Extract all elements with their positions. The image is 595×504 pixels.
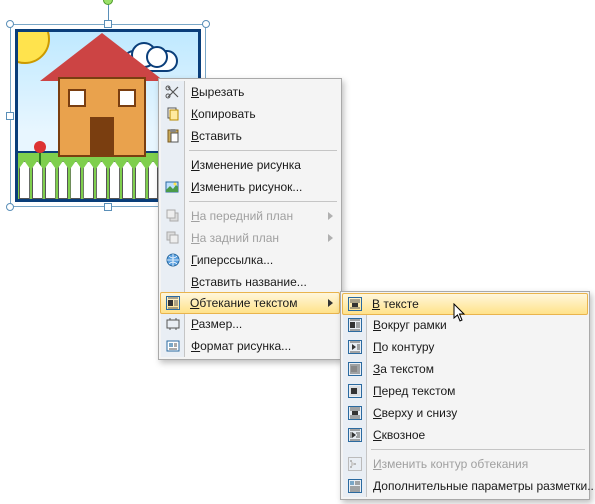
layout-options-icon bbox=[347, 478, 363, 494]
menu-label: Сквозное bbox=[373, 428, 425, 442]
menu-label: Вставить название... bbox=[191, 275, 307, 289]
resize-handle-tl[interactable] bbox=[6, 20, 14, 28]
flower-shape bbox=[34, 141, 46, 153]
menu-separator bbox=[371, 449, 585, 450]
wrap-through-icon bbox=[347, 427, 363, 443]
scissors-icon bbox=[165, 84, 181, 100]
wrap-text-icon bbox=[165, 295, 181, 311]
wrap-topbottom-icon bbox=[347, 405, 363, 421]
menu-separator bbox=[189, 150, 337, 151]
menu-item-paste[interactable]: Вставить bbox=[161, 125, 339, 147]
window-shape bbox=[118, 89, 136, 107]
menu-label: На задний план bbox=[191, 231, 279, 245]
menu-item-text-wrapping[interactable]: Обтекание текстом bbox=[160, 292, 340, 314]
menu-label: Вокруг рамки bbox=[373, 318, 447, 332]
menu-label: Размер... bbox=[191, 317, 242, 331]
menu-item-copy[interactable]: Копировать bbox=[161, 103, 339, 125]
menu-item-cut[interactable]: Вырезать bbox=[161, 81, 339, 103]
menu-label: Вырезать bbox=[191, 85, 244, 99]
wrap-behind-icon bbox=[347, 361, 363, 377]
send-back-icon bbox=[165, 230, 181, 246]
format-picture-icon bbox=[165, 338, 181, 354]
roof-shape bbox=[40, 33, 164, 81]
hyperlink-icon bbox=[165, 252, 181, 268]
menu-item-send-back: На задний план bbox=[161, 227, 339, 249]
menu-label: Изменение рисунка bbox=[191, 158, 301, 172]
paste-icon bbox=[165, 128, 181, 144]
menu-item-wrap-behind[interactable]: За текстом bbox=[343, 358, 587, 380]
menu-item-more-layout[interactable]: Дополнительные параметры разметки... bbox=[343, 475, 587, 497]
menu-item-size[interactable]: Размер... bbox=[161, 313, 339, 335]
menu-item-change-picture[interactable]: Изменение рисунка bbox=[161, 154, 339, 176]
bring-front-icon bbox=[165, 208, 181, 224]
context-menu: Вырезать Копировать Вставить Изменение р… bbox=[158, 78, 342, 360]
menu-item-edit-wrap-points: Изменить контур обтекания bbox=[343, 453, 587, 475]
resize-handle-t[interactable] bbox=[104, 20, 112, 28]
submenu-arrow-icon bbox=[328, 299, 333, 307]
resize-handle-b[interactable] bbox=[104, 203, 112, 211]
menu-item-edit-picture[interactable]: Изменить рисунок... bbox=[161, 176, 339, 198]
submenu-arrow-icon bbox=[328, 234, 333, 242]
copy-icon bbox=[165, 106, 181, 122]
edit-wrap-icon bbox=[347, 456, 363, 472]
menu-label: Сверху и снизу bbox=[373, 406, 457, 420]
picture-edit-icon bbox=[165, 179, 181, 195]
menu-label: Перед текстом bbox=[373, 384, 455, 398]
menu-label: Формат рисунка... bbox=[191, 339, 291, 353]
menu-label: За текстом bbox=[373, 362, 434, 376]
menu-item-wrap-topbottom[interactable]: Сверху и снизу bbox=[343, 402, 587, 424]
menu-item-insert-caption[interactable]: Вставить название... bbox=[161, 271, 339, 293]
menu-label: По контуру bbox=[373, 340, 434, 354]
wrap-square-icon bbox=[347, 317, 363, 333]
menu-label: Гиперссылка... bbox=[191, 253, 273, 267]
rotate-handle[interactable] bbox=[103, 0, 113, 5]
menu-label: Обтекание текстом bbox=[190, 296, 297, 310]
menu-label: Копировать bbox=[191, 107, 256, 121]
menu-label: Изменить контур обтекания bbox=[373, 457, 528, 471]
menu-item-format-picture[interactable]: Формат рисунка... bbox=[161, 335, 339, 357]
size-icon bbox=[165, 316, 181, 332]
menu-label: Вставить bbox=[191, 129, 242, 143]
resize-handle-bl[interactable] bbox=[6, 203, 14, 211]
menu-label: В тексте bbox=[372, 297, 419, 311]
menu-separator bbox=[189, 201, 337, 202]
wrap-infront-icon bbox=[347, 383, 363, 399]
window-shape bbox=[68, 89, 86, 107]
menu-item-bring-front: На передний план bbox=[161, 205, 339, 227]
menu-item-wrap-infront[interactable]: Перед текстом bbox=[343, 380, 587, 402]
menu-item-wrap-through[interactable]: Сквозное bbox=[343, 424, 587, 446]
menu-item-hyperlink[interactable]: Гиперссылка... bbox=[161, 249, 339, 271]
resize-handle-l[interactable] bbox=[6, 112, 14, 120]
menu-item-wrap-tight[interactable]: По контуру bbox=[343, 336, 587, 358]
wrap-tight-icon bbox=[347, 339, 363, 355]
menu-label: Изменить рисунок... bbox=[191, 180, 302, 194]
menu-label: Дополнительные параметры разметки... bbox=[373, 479, 595, 493]
door-shape bbox=[90, 117, 114, 157]
wrap-inline-icon bbox=[347, 296, 363, 312]
menu-label: На передний план bbox=[191, 209, 293, 223]
resize-handle-tr[interactable] bbox=[202, 20, 210, 28]
submenu-arrow-icon bbox=[328, 212, 333, 220]
